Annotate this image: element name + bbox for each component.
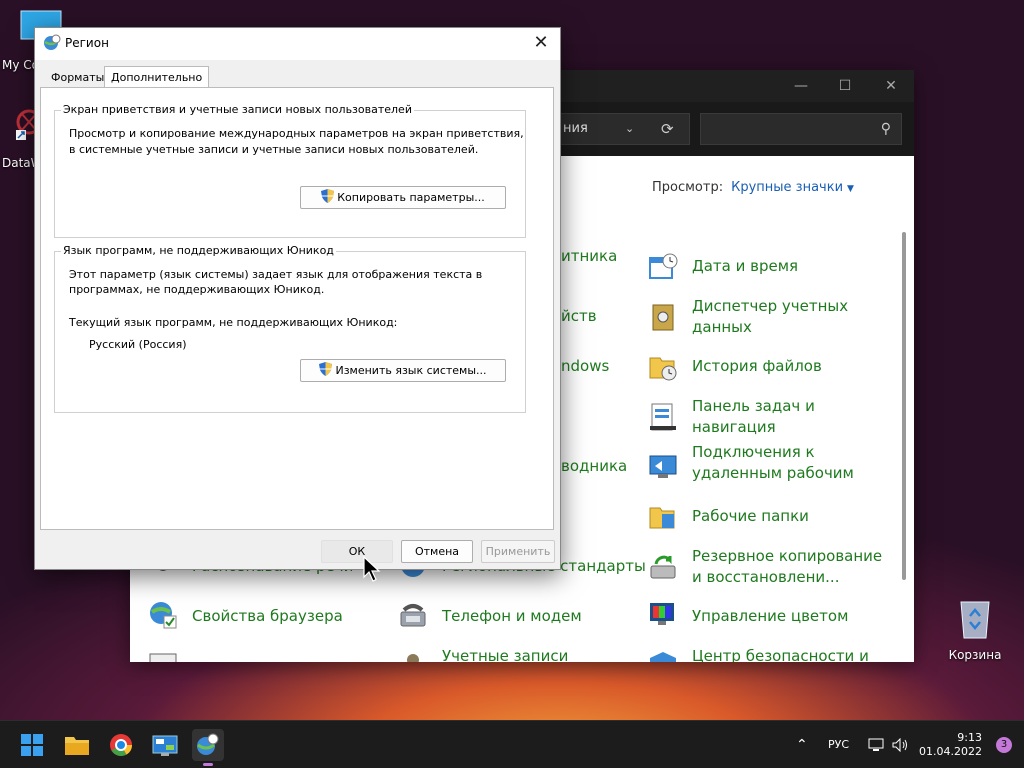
close-button[interactable]: ✕ — [876, 76, 906, 96]
cp-item-credential-manager[interactable]: Диспетчер учетных данных — [692, 296, 862, 338]
cancel-button[interactable]: Отмена — [401, 540, 473, 563]
group-legend: Язык программ, не поддерживающих Юникод — [61, 244, 336, 257]
unicode-language-group: Язык программ, не поддерживающих Юникод … — [54, 244, 526, 413]
color-management-icon — [648, 600, 678, 630]
folder-icon — [61, 737, 93, 764]
windows-start-icon — [16, 734, 48, 764]
backup-restore-icon — [648, 552, 678, 582]
group-description: Просмотр и копирование международных пар… — [69, 127, 524, 140]
view-label: Просмотр: — [652, 180, 724, 195]
group-description: Этот параметр (язык системы) задает язык… — [69, 268, 483, 281]
chevron-down-icon[interactable]: ▼ — [847, 184, 854, 194]
cp-item-date-time[interactable]: Дата и время — [692, 256, 798, 277]
cp-item-taskbar-navigation[interactable]: Панель задач и навигация — [692, 396, 832, 438]
scrollbar[interactable] — [902, 232, 906, 580]
security-center-icon — [648, 648, 678, 662]
work-folders-icon — [648, 502, 678, 532]
cp-item-phone-modem[interactable]: Телефон и модем — [442, 606, 582, 627]
cp-item-partial-1[interactable]: итника — [561, 246, 617, 267]
taskbar-chrome[interactable] — [105, 729, 137, 761]
minimize-button[interactable]: — — [786, 76, 816, 96]
welcome-screen-group: Экран приветствия и учетные записи новых… — [54, 103, 526, 238]
uac-shield-icon — [321, 189, 335, 210]
clock-time: 9:13 — [957, 731, 982, 744]
cp-item-file-history[interactable]: История файлов — [692, 356, 822, 377]
cp-item-backup-restore[interactable]: Резервное копирование и восстановлени... — [692, 546, 892, 588]
tab-panel: Экран приветствия и учетные записи новых… — [40, 87, 554, 530]
dialog-title: Регион — [65, 36, 109, 50]
cp-item-partial-2[interactable]: йств — [561, 306, 597, 327]
globe-clock-icon — [43, 34, 61, 55]
calendar-clock-icon — [648, 252, 678, 282]
view-dropdown[interactable]: Крупные значки — [731, 180, 843, 195]
cp-item-remote-desktop[interactable]: Подключения к удаленным рабочим — [692, 442, 872, 484]
cp-item-partial-4[interactable]: водника — [561, 456, 627, 477]
tray-chevron-up-icon[interactable]: ⌃ — [796, 721, 808, 768]
cp-item-browser-properties[interactable]: Свойства браузера — [192, 606, 343, 627]
user-accounts-icon — [398, 650, 428, 662]
cp-item-partial-3[interactable]: ndows — [561, 356, 609, 377]
button-label: Изменить язык системы... — [335, 364, 487, 377]
cp-item-security-center[interactable]: Центр безопасности и — [692, 646, 869, 662]
refresh-icon[interactable]: ⟳ — [661, 114, 674, 144]
tab-formats[interactable]: Форматы — [45, 68, 110, 88]
copy-settings-button[interactable]: Копировать параметры... — [300, 186, 506, 209]
tab-advanced[interactable]: Дополнительно — [104, 66, 210, 88]
volume-icon[interactable] — [892, 721, 910, 768]
clock[interactable]: 9:13 01.04.2022 — [919, 731, 982, 759]
dialog-titlebar[interactable]: Регион ✕ — [35, 28, 560, 60]
cp-item-color-management[interactable]: Управление цветом — [692, 606, 848, 627]
taskbar-explorer[interactable] — [61, 729, 93, 761]
chrome-icon — [105, 734, 137, 764]
uac-shield-icon — [319, 362, 333, 383]
taskbar-start[interactable] — [16, 729, 48, 761]
change-system-locale-button[interactable]: Изменить язык системы... — [300, 359, 506, 382]
cp-item-user-accounts[interactable]: Учетные записи — [442, 646, 568, 662]
group-legend: Экран приветствия и учетные записи новых… — [61, 103, 414, 116]
address-text: ния — [563, 121, 588, 136]
close-icon[interactable]: ✕ — [530, 32, 552, 53]
remote-desktop-icon — [648, 452, 678, 482]
search-input[interactable]: ⚲ — [700, 113, 902, 145]
group-description: программах, не поддерживающих Юникод. — [69, 283, 325, 296]
file-history-icon — [648, 352, 678, 382]
language-indicator[interactable]: РУС — [828, 721, 849, 768]
apply-button[interactable]: Применить — [481, 540, 555, 563]
current-language-label: Текущий язык программ, не поддерживающих… — [69, 316, 398, 329]
partial-icon — [148, 650, 178, 662]
search-icon: ⚲ — [880, 121, 891, 137]
phone-modem-icon — [398, 600, 428, 630]
taskbar-control-panel[interactable] — [149, 729, 181, 761]
desktop-icon-label: Корзина — [948, 648, 1002, 662]
maximize-button[interactable]: ☐ — [830, 76, 860, 96]
cp-item-work-folders[interactable]: Рабочие папки — [692, 506, 809, 527]
network-icon[interactable] — [868, 721, 886, 768]
mouse-cursor-icon — [363, 555, 381, 585]
notification-badge[interactable]: 3 — [996, 737, 1012, 753]
taskbar: ⌃ РУС 9:13 01.04.2022 3 — [0, 720, 1024, 768]
taskbar-region[interactable] — [192, 729, 224, 766]
clock-date: 01.04.2022 — [919, 745, 982, 758]
region-dialog[interactable]: Регион ✕ Форматы Дополнительно Экран при… — [34, 27, 561, 570]
current-language-value: Русский (Россия) — [89, 338, 187, 351]
taskbar-settings-icon — [648, 402, 678, 432]
recycle-bin-icon — [955, 596, 995, 640]
desktop-icon-recycle-bin[interactable]: Корзина — [945, 596, 1005, 662]
credential-vault-icon — [648, 302, 678, 332]
ok-button[interactable]: ОК — [321, 540, 393, 563]
view-selector: Просмотр: Крупные значки ▼ — [652, 180, 854, 195]
control-panel-icon — [149, 735, 181, 764]
button-label: Копировать параметры... — [337, 191, 485, 204]
group-description: в системные учетные записи и учетные зап… — [69, 143, 479, 156]
chevron-down-icon[interactable]: ⌄ — [625, 114, 634, 144]
browser-settings-icon — [148, 600, 178, 630]
region-globe-icon — [192, 733, 224, 764]
active-indicator — [203, 763, 213, 766]
